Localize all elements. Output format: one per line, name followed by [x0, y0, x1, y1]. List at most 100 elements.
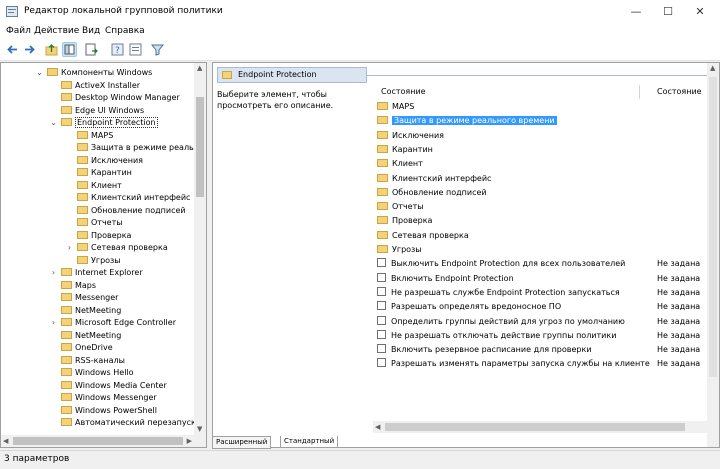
- tree-node[interactable]: Защита в режиме реального: [77, 142, 206, 153]
- details-horizontal-scroll-thumb[interactable]: [385, 423, 685, 431]
- tab-extended[interactable]: Расширенный: [212, 436, 272, 449]
- details-vertical-scrollbar[interactable]: ▲: [707, 63, 719, 447]
- folder-row[interactable]: Клиент: [377, 158, 423, 170]
- tree-node[interactable]: Desktop Window Manager: [61, 92, 180, 103]
- scroll-up-arrow-icon[interactable]: ▲: [710, 64, 715, 72]
- tree-node[interactable]: ⌄ Endpoint Protection: [50, 117, 158, 128]
- tree-vertical-scroll-thumb[interactable]: [196, 97, 204, 197]
- show-tree-icon[interactable]: [62, 42, 77, 57]
- tree-node[interactable]: MAPS: [77, 130, 113, 141]
- tree-node[interactable]: NetMeeting: [61, 330, 121, 341]
- tree-node[interactable]: Windows Messenger: [61, 392, 157, 403]
- scroll-right-arrow-icon[interactable]: ▶: [187, 437, 192, 445]
- policy-setting-icon: [377, 272, 386, 282]
- tree-node[interactable]: OneDrive: [61, 342, 113, 353]
- tree-node[interactable]: Исключения: [77, 155, 143, 166]
- tree-vertical-scrollbar[interactable]: ▲ ▼: [194, 63, 206, 447]
- tree-node[interactable]: RSS-каналы: [61, 355, 125, 366]
- up-folder-icon[interactable]: [44, 42, 59, 57]
- tree-expander-icon[interactable]: ›: [65, 242, 74, 253]
- scroll-down-arrow-icon[interactable]: ▼: [197, 425, 202, 433]
- tree-horizontal-scrollbar[interactable]: ◀ ▶: [1, 435, 206, 447]
- folder-row[interactable]: Сетевая проверка: [377, 230, 469, 242]
- tree-node[interactable]: Проверка: [77, 230, 131, 241]
- folder-icon: [377, 230, 388, 239]
- policy-row[interactable]: Выключить Endpoint Protection для всех п…: [377, 258, 625, 270]
- tree-node[interactable]: Автоматический перезапуск: [61, 417, 196, 428]
- close-button[interactable]: ✕: [684, 0, 716, 24]
- tree-node[interactable]: › Internet Explorer: [52, 267, 143, 278]
- tree-node[interactable]: Windows Media Center: [61, 380, 167, 391]
- scroll-left-arrow-icon[interactable]: ◀: [3, 437, 8, 445]
- folder-row[interactable]: MAPS: [377, 101, 414, 113]
- tree-node[interactable]: Угрозы: [77, 255, 121, 266]
- properties-icon[interactable]: [128, 42, 143, 57]
- folder-row[interactable]: Клиентский интерфейс: [377, 173, 491, 185]
- tree-node[interactable]: Windows Hello: [61, 367, 134, 378]
- menu-view[interactable]: Вид: [82, 26, 100, 36]
- tree-node[interactable]: Карантин: [77, 167, 132, 178]
- tree-node[interactable]: Обновление подписей: [77, 205, 186, 216]
- policy-row[interactable]: Не разрешать отключать действие группы п…: [377, 329, 616, 342]
- policy-row[interactable]: Включить Endpoint Protection: [377, 272, 514, 285]
- column-separator[interactable]: [639, 85, 640, 99]
- tree-node[interactable]: ⌄ Компоненты Windows: [36, 67, 152, 78]
- tree-expander-icon[interactable]: ⌄: [35, 67, 44, 78]
- folder-row[interactable]: Исключения: [377, 130, 444, 142]
- folder-row[interactable]: Угрозы: [377, 244, 422, 256]
- scroll-up-arrow-icon[interactable]: ▲: [197, 64, 202, 72]
- policy-row[interactable]: Определить группы действий для угроз по …: [377, 315, 625, 328]
- menu-file[interactable]: Файл: [6, 26, 31, 36]
- forward-icon[interactable]: [22, 42, 37, 57]
- policy-row[interactable]: Разрешать определять вредоносное ПО: [377, 301, 561, 313]
- filter-icon[interactable]: [150, 42, 165, 57]
- row-label: Включить Endpoint Protection: [391, 273, 514, 283]
- tree-node-label: OneDrive: [75, 343, 113, 352]
- folder-row[interactable]: Проверка: [377, 215, 432, 227]
- tree-node[interactable]: Клиентский интерфейс: [77, 192, 190, 203]
- tree-node[interactable]: › Сетевая проверка: [68, 242, 168, 253]
- tree-horizontal-scroll-thumb[interactable]: [13, 437, 183, 445]
- tree-node[interactable]: Maps: [61, 280, 96, 291]
- tree-node[interactable]: Windows PowerShell: [61, 405, 157, 416]
- column-header-name[interactable]: Состояние: [381, 87, 426, 96]
- tree-expander-icon[interactable]: ⌄: [49, 117, 58, 128]
- menu-action[interactable]: Действие: [34, 26, 79, 36]
- policy-row[interactable]: Разрешать изменять параметры запуска слу…: [377, 358, 650, 370]
- folder-icon: [77, 180, 88, 189]
- policy-row[interactable]: Не разрешать службе Endpoint Protection …: [377, 286, 620, 299]
- tree-node-label: Windows PowerShell: [75, 405, 157, 415]
- details-header: Endpoint Protection: [217, 67, 367, 83]
- help-icon[interactable]: ?: [110, 42, 125, 57]
- tree-node[interactable]: Клиент: [77, 180, 122, 191]
- column-header-state[interactable]: Состояние: [657, 87, 702, 96]
- toolbar: ?: [0, 40, 720, 61]
- details-vertical-scroll-thumb[interactable]: [709, 77, 717, 377]
- tree-node[interactable]: Edge UI Windows: [61, 105, 144, 116]
- policy-state: Не задана: [657, 316, 701, 326]
- tree-node[interactable]: NetMeeting: [61, 305, 121, 316]
- minimize-button[interactable]: —: [620, 0, 652, 24]
- folder-row[interactable]: Защита в режиме реального времени: [377, 115, 557, 127]
- tree-node[interactable]: › Microsoft Edge Controller: [52, 317, 176, 328]
- tree-expander-icon[interactable]: ›: [49, 317, 58, 328]
- tree-node[interactable]: Messenger: [61, 292, 118, 303]
- status-bar: 3 параметров: [0, 450, 720, 469]
- folder-row[interactable]: Отчеты: [377, 201, 424, 213]
- console-tree[interactable]: ⌄ Компоненты Windows ActiveX Installer Desk…: [0, 62, 207, 448]
- folder-row[interactable]: Карантин: [377, 144, 433, 156]
- maximize-button[interactable]: ☐: [652, 0, 684, 24]
- tree-expander-icon[interactable]: ›: [49, 267, 58, 278]
- tree-node[interactable]: ActiveX Installer: [61, 80, 140, 91]
- folder-row[interactable]: Обновление подписей: [377, 187, 487, 199]
- policy-row[interactable]: Включить резервное расписание для провер…: [377, 344, 592, 356]
- row-label: Не разрешать службе Endpoint Protection …: [391, 287, 620, 297]
- scroll-left-arrow-icon[interactable]: ◀: [375, 423, 380, 431]
- tab-standard[interactable]: Стандартный: [280, 436, 339, 448]
- menu-help[interactable]: Справка: [105, 26, 145, 36]
- export-list-icon[interactable]: [84, 42, 99, 57]
- tree-node[interactable]: Отчеты: [77, 217, 123, 228]
- policy-setting-icon: [377, 358, 386, 368]
- back-icon[interactable]: [5, 42, 20, 57]
- details-horizontal-scrollbar[interactable]: ◀: [373, 421, 707, 433]
